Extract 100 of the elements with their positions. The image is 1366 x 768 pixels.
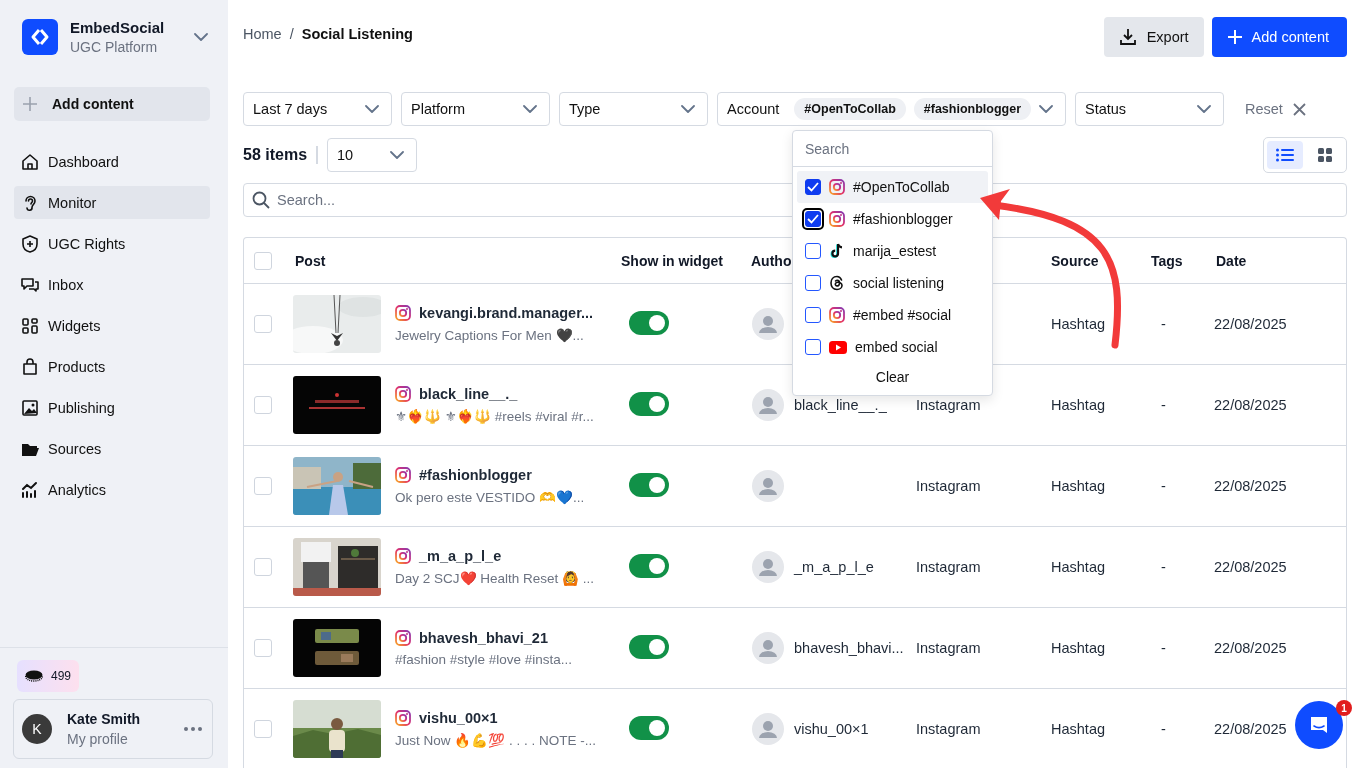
add-content-button[interactable]: Add content — [14, 87, 210, 121]
option-checkbox[interactable] — [805, 339, 821, 355]
filter-dropdown[interactable]: Account #OpenToCollab #fashionblogger — [717, 92, 1066, 126]
filter-dropdown[interactable]: Status — [1075, 92, 1224, 126]
post-caption: Jewelry Captions For Men 🖤... — [395, 327, 585, 343]
option-checkbox[interactable] — [805, 307, 821, 323]
post-title[interactable]: #fashionblogger — [419, 467, 532, 483]
table-cell-text: 22/08/2025 — [1213, 721, 1287, 737]
account-option[interactable]: #fashionblogger — [797, 203, 988, 235]
grid-icon — [1318, 148, 1332, 162]
breadcrumb-separator: / — [289, 26, 294, 42]
profile-card[interactable]: K Kate Smith My profile — [13, 699, 213, 759]
sidebar-item[interactable]: Analytics — [14, 473, 210, 506]
post-title[interactable]: kevangi.brand.manager... — [419, 305, 594, 321]
account-option[interactable]: #OpenToCollab — [797, 171, 988, 203]
post-title[interactable]: black_line__._ — [419, 386, 518, 402]
shopping-bag-icon — [20, 356, 40, 377]
avatar-icon — [752, 713, 784, 745]
widget-toggle[interactable] — [629, 391, 669, 416]
table-cell-text: - — [1160, 397, 1166, 413]
column-header: Autho — [750, 252, 792, 269]
sidebar-item[interactable]: Publishing — [14, 391, 210, 424]
chevron-down-icon — [523, 105, 537, 113]
brand-name: EmbedSocial — [70, 19, 166, 36]
widget-toggle[interactable] — [629, 310, 669, 335]
sidebar-item[interactable]: UGC Rights — [14, 227, 210, 260]
widget-toggle[interactable] — [629, 472, 669, 497]
dropdown-search-field[interactable]: Search — [793, 131, 992, 167]
coin-icon — [25, 670, 43, 682]
account-option[interactable]: #embed #social — [797, 299, 988, 331]
option-checkbox[interactable] — [805, 243, 821, 259]
chevron-down-icon — [1197, 105, 1211, 113]
post-title[interactable]: vishu_00×1 — [419, 710, 498, 726]
chevron-down-icon — [365, 105, 379, 113]
instagram-icon — [395, 467, 411, 483]
account-option[interactable]: social listening — [797, 267, 988, 299]
clear-button[interactable]: Clear — [867, 365, 918, 389]
chevron-down-icon — [1039, 105, 1053, 113]
credits-count: 499 — [51, 669, 72, 683]
more-icon[interactable] — [184, 727, 202, 731]
filter-dropdown[interactable]: Last 7 days — [243, 92, 392, 126]
table-cell-text: Hashtag — [1050, 721, 1105, 737]
widget-toggle[interactable] — [629, 715, 669, 740]
profile-link[interactable]: My profile — [67, 731, 169, 747]
avatar-icon — [752, 551, 784, 583]
page-title: Social Listening — [301, 26, 413, 42]
play-icon — [829, 340, 847, 354]
sidebar-item[interactable]: Monitor — [14, 186, 210, 219]
table-cell: Instagram — [916, 397, 981, 413]
instagram-icon — [395, 548, 411, 564]
list-view-button[interactable] — [1267, 141, 1303, 169]
widget-toggle[interactable] — [629, 634, 669, 659]
author-name: black_line__._ — [794, 397, 887, 413]
filter-dropdown[interactable]: Type — [559, 92, 708, 126]
row-checkbox[interactable] — [254, 396, 272, 414]
table-cell-text: - — [1160, 478, 1166, 494]
music-note-icon — [829, 243, 845, 259]
instagram-icon — [829, 307, 845, 323]
instagram-icon — [395, 710, 411, 726]
avatar-icon — [752, 308, 784, 340]
option-checkbox[interactable] — [805, 275, 821, 291]
post-title[interactable]: _m_a_p_l_e — [419, 548, 502, 564]
instagram-icon — [395, 386, 411, 402]
sidebar-item[interactable]: Sources — [14, 432, 210, 465]
at-sign-icon — [829, 275, 845, 291]
close-icon — [1292, 102, 1306, 116]
row-checkbox[interactable] — [254, 558, 272, 576]
select-all-checkbox[interactable] — [254, 251, 272, 270]
account-option[interactable]: embed social — [797, 331, 988, 363]
table-cell: Instagram — [916, 721, 981, 737]
page-size-dropdown[interactable]: 10 — [327, 138, 418, 172]
row-checkbox[interactable] — [254, 477, 272, 495]
sidebar-item[interactable]: Inbox — [14, 268, 210, 301]
option-checkbox[interactable] — [805, 179, 821, 195]
shield-icon — [20, 233, 40, 254]
chat-button[interactable] — [1295, 701, 1343, 749]
column-header: Source — [1050, 252, 1099, 269]
item-count: 58 items — [243, 146, 308, 164]
row-checkbox[interactable] — [254, 639, 272, 657]
post-caption: Just Now 🔥💪💯 . . . . NOTE -... — [395, 732, 597, 748]
sidebar-item[interactable]: Products — [14, 350, 210, 383]
sidebar-item[interactable]: Dashboard — [14, 145, 210, 178]
sidebar-item[interactable]: Widgets — [14, 309, 210, 342]
account-option[interactable]: marija_estest — [797, 235, 988, 267]
avatar-icon — [752, 470, 784, 502]
widget-toggle[interactable] — [629, 553, 669, 578]
column-header: Show in widget — [621, 252, 723, 269]
breadcrumb-link[interactable]: Home — [243, 26, 282, 42]
home-icon — [20, 151, 40, 172]
table-cell-text: Hashtag — [1050, 316, 1105, 332]
filter-dropdown[interactable]: Platform — [401, 92, 550, 126]
table-cell-text: - — [1160, 640, 1166, 656]
export-button[interactable]: Export — [1103, 17, 1204, 57]
row-checkbox[interactable] — [254, 720, 272, 738]
row-checkbox[interactable] — [254, 315, 272, 333]
post-caption: ⚜❤‍🔥🔱 ⚜❤‍🔥🔱 #reels #viral #r... — [395, 408, 594, 424]
post-title[interactable]: bhavesh_bhavi_21 — [419, 629, 548, 646]
add-content-button[interactable]: Add content — [1211, 17, 1347, 57]
reset-button[interactable]: Reset — [1245, 101, 1306, 117]
avatar-icon — [752, 389, 784, 421]
